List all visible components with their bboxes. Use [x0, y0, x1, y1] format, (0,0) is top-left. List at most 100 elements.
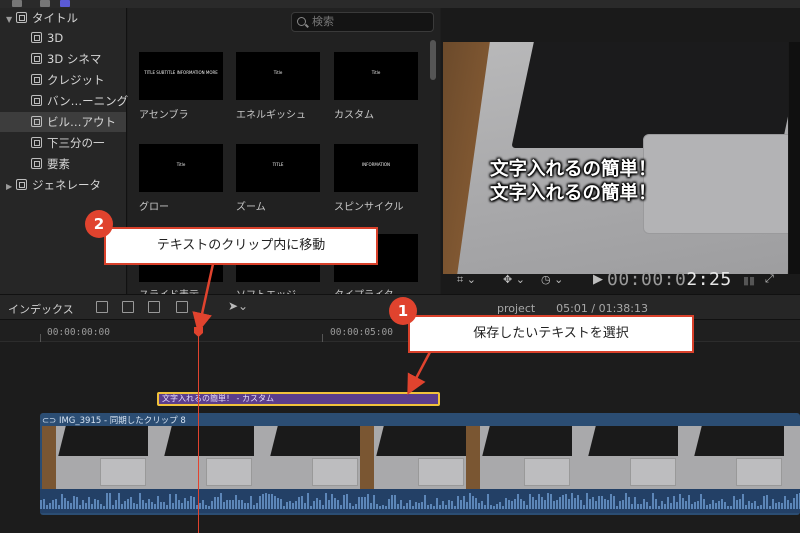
- waveform-bar: [445, 505, 447, 509]
- speed-tool-icon[interactable]: ◷ ⌄: [541, 273, 563, 286]
- sidebar-item-label: ビル…アウト: [47, 115, 116, 129]
- waveform-bar: [301, 496, 303, 509]
- sidebar-item-label: 3D シネマ: [47, 52, 102, 66]
- waveform-bar: [481, 501, 483, 509]
- title-thumbnail[interactable]: Title: [334, 52, 418, 100]
- sidebar-item-credits[interactable]: クレジット: [31, 70, 105, 90]
- search-input[interactable]: 検索: [291, 12, 434, 32]
- waveform-bar: [58, 505, 60, 509]
- playhead[interactable]: [198, 327, 199, 533]
- annotation-badge-2: 2: [85, 210, 113, 238]
- sidebar-item-titles[interactable]: ▼ タイトル: [6, 8, 78, 28]
- sidebar-item-build-out[interactable]: ビル…アウト: [0, 112, 126, 132]
- search-icon: [297, 17, 306, 26]
- title-thumbnail[interactable]: Title: [236, 52, 320, 100]
- ruler-timecode: 00:00:05:00: [330, 327, 393, 338]
- waveform-bar: [766, 495, 768, 509]
- waveform-bar: [184, 498, 186, 509]
- video-clip[interactable]: ⊂⊃ IMG_3915 - 同期したクリップ 8: [40, 413, 800, 515]
- annotation-callout-2: テキストのクリップ内に移動: [104, 227, 378, 265]
- waveform-bar: [772, 499, 774, 509]
- play-icon[interactable]: ▶: [593, 272, 603, 287]
- waveform-bar: [79, 505, 81, 509]
- timecode-dim: 00:00:0: [607, 269, 687, 290]
- viewer-controls: ⌗ ⌄ ✥ ⌄ ◷ ⌄ ▶ 00:00:02:25 ▮▮ ⤢: [441, 268, 800, 294]
- waveform-bar: [514, 499, 516, 509]
- append-clip-icon[interactable]: [148, 301, 160, 313]
- waveform-bar: [343, 495, 345, 509]
- sidebar-item-bumper[interactable]: バン…ーニング: [31, 91, 128, 111]
- waveform-bar: [334, 498, 336, 509]
- waveform-bar: [295, 501, 297, 509]
- browser-scrollbar[interactable]: [430, 40, 436, 80]
- waveform-bar: [175, 494, 177, 509]
- waveform-bar: [397, 504, 399, 509]
- transform-tool-icon[interactable]: ⌗ ⌄: [457, 273, 476, 287]
- viewer-video-frame[interactable]: 文字入れるの簡単！ 文字入れるの簡単！: [443, 42, 788, 274]
- waveform-bar: [442, 501, 444, 509]
- sidebar-item-label: クレジット: [47, 73, 105, 87]
- waveform-bar: [499, 502, 501, 509]
- waveform-bar: [274, 496, 276, 509]
- waveform-bar: [769, 506, 771, 509]
- waveform-bar: [70, 503, 72, 509]
- toolbar-icon[interactable]: [60, 0, 70, 7]
- sidebar-item-lower-thirds[interactable]: 下三分の一: [31, 133, 105, 153]
- waveform-bar: [217, 497, 219, 509]
- waveform-bar: [532, 497, 534, 509]
- waveform-bar: [610, 494, 612, 509]
- crop-tool-icon[interactable]: ✥ ⌄: [503, 273, 525, 286]
- waveform-bar: [43, 499, 45, 509]
- title-thumbnail[interactable]: TITLE SUBTITLE INFORMATION MORE: [139, 52, 223, 100]
- fullscreen-icon[interactable]: ⤢: [765, 272, 774, 286]
- clip-filmstrip-frame: [466, 426, 572, 489]
- waveform-bar: [214, 497, 216, 509]
- disclosure-down-icon[interactable]: ▼: [6, 10, 16, 30]
- sidebar-item-3d[interactable]: 3D: [31, 28, 63, 48]
- sidebar-item-3d-cinema[interactable]: 3D シネマ: [31, 49, 101, 69]
- index-button[interactable]: インデックス: [8, 301, 74, 317]
- disclosure-right-icon[interactable]: ▶: [6, 177, 16, 197]
- waveform-bar: [724, 502, 726, 509]
- waveform-bar: [382, 505, 384, 509]
- ruler-timecode: 00:00:00:00: [47, 327, 110, 338]
- insert-clip-icon[interactable]: [122, 301, 134, 313]
- title-thumbnail[interactable]: INFORMATION: [334, 144, 418, 192]
- title-thumbnail[interactable]: TITLE: [236, 144, 320, 192]
- waveform-bar: [640, 504, 642, 509]
- waveform-bar: [211, 501, 213, 509]
- waveform-bar: [763, 496, 765, 509]
- waveform-bar: [322, 505, 324, 509]
- waveform-bar: [259, 496, 261, 509]
- waveform-bar: [553, 501, 555, 509]
- waveform-bar: [478, 503, 480, 509]
- viewer: 文字入れるの簡単！ 文字入れるの簡単！ ⌗ ⌄ ✥ ⌄ ◷ ⌄ ▶ 00:00:…: [441, 8, 800, 294]
- overwrite-clip-icon[interactable]: [176, 301, 188, 313]
- title-category-icon: [31, 74, 42, 85]
- waveform-bar: [268, 494, 270, 509]
- toolbar-icon[interactable]: [40, 0, 50, 7]
- waveform-bar: [748, 501, 750, 509]
- waveform-bar: [676, 502, 678, 509]
- connect-clip-icon[interactable]: [96, 301, 108, 313]
- sidebar-item-elements[interactable]: 要素: [31, 154, 70, 174]
- waveform-bar: [547, 493, 549, 509]
- waveform-bar: [586, 493, 588, 509]
- waveform-bar: [508, 500, 510, 509]
- waveform-bar: [742, 494, 744, 509]
- thumbnail-label: カスタム: [334, 110, 374, 121]
- waveform-bar: [376, 504, 378, 509]
- toolbar-icon[interactable]: [12, 0, 22, 7]
- waveform-bar: [685, 501, 687, 509]
- waveform-bar: [208, 506, 210, 509]
- waveform-bar: [109, 493, 111, 509]
- thumbnail-label: エネルギッシュ: [236, 110, 306, 121]
- waveform-bar: [466, 502, 468, 509]
- title-clip[interactable]: 文字入れるの簡単！ - カスタム: [157, 392, 440, 406]
- sidebar-item-generators[interactable]: ▶ ジェネレータ: [6, 175, 101, 195]
- waveform-bar: [349, 503, 351, 509]
- select-tool-icon[interactable]: ➤⌄: [228, 299, 248, 313]
- title-thumbnail[interactable]: Title: [139, 144, 223, 192]
- waveform-bar: [622, 500, 624, 509]
- waveform-bar: [340, 505, 342, 509]
